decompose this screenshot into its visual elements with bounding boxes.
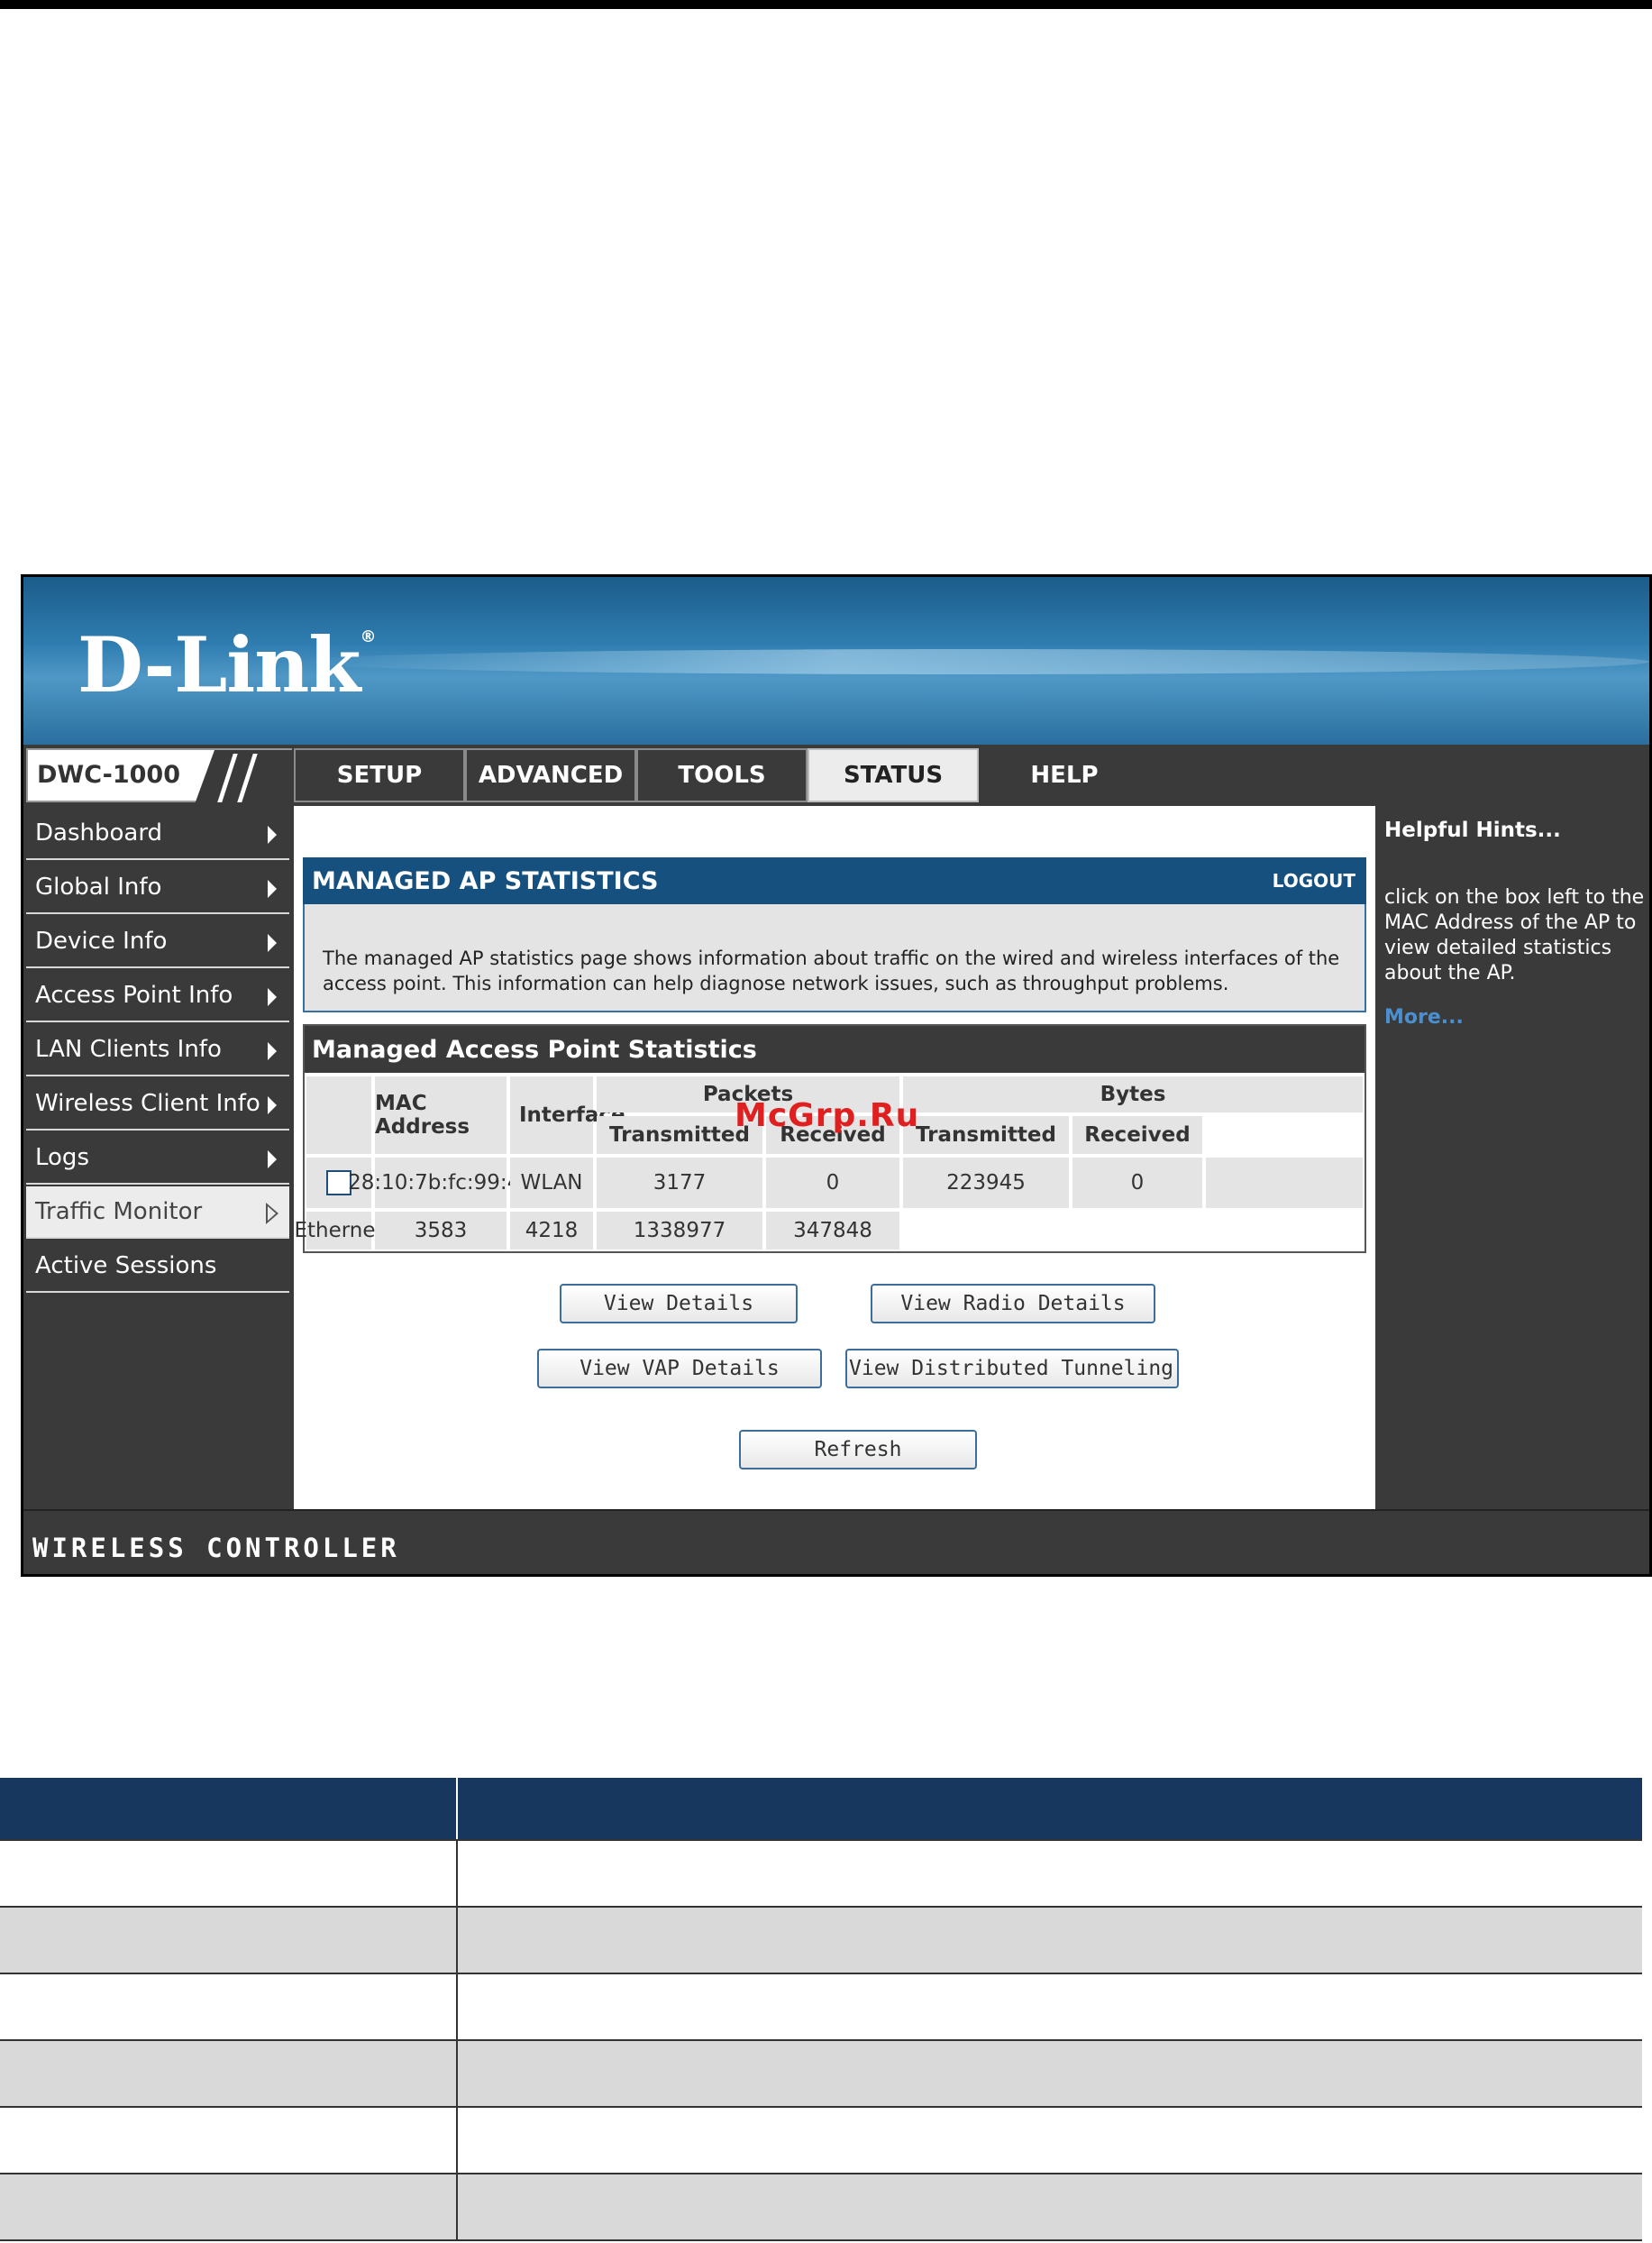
panel-description: The managed AP statistics page shows inf…	[303, 904, 1366, 1012]
sidebar-item-logs[interactable]: Logs	[26, 1132, 289, 1185]
chevron-right-outline-icon	[266, 1203, 278, 1224]
row-packets-rx: 0	[766, 1158, 899, 1208]
doc-table-row	[0, 2041, 1642, 2108]
screenshot-frame: D-Link® DWC-1000 SETUP ADVANCED TOOLS ST…	[21, 574, 1652, 1577]
row-interface: 4218	[510, 1212, 593, 1250]
header-mac: MAC Address	[375, 1076, 507, 1154]
sidebar: Dashboard Global Info Device Info Access…	[23, 806, 294, 1509]
doc-table-row	[0, 1974, 1642, 2041]
main-content: MANAGED AP STATISTICS LOGOUT The managed…	[294, 806, 1375, 1509]
row-interface: WLAN	[510, 1158, 593, 1208]
chevron-right-icon	[268, 880, 277, 898]
sidebar-item-dashboard[interactable]: Dashboard	[26, 808, 289, 860]
tab-status[interactable]: STATUS	[808, 748, 979, 802]
doc-table-row	[0, 1841, 1642, 1908]
chevron-right-icon	[268, 934, 277, 952]
tab-setup[interactable]: SETUP	[294, 748, 465, 802]
header-bytes: Bytes	[903, 1076, 1363, 1112]
doc-table-row	[0, 2108, 1642, 2174]
chevron-right-icon	[268, 826, 277, 844]
row-bytes-rx: 0	[1072, 1158, 1202, 1208]
row-packets-rx: 347848	[766, 1212, 899, 1250]
row-filler	[1206, 1158, 1363, 1208]
row-bytes-tx: 223945	[903, 1158, 1069, 1208]
footer-title: WIRELESS CONTROLLER	[32, 1533, 400, 1563]
row-mac: 3583	[375, 1212, 507, 1250]
doc-table-row	[0, 1908, 1642, 1974]
help-more-link[interactable]: More...	[1384, 1006, 1464, 1029]
header-banner: D-Link®	[23, 577, 1649, 745]
tab-advanced[interactable]: ADVANCED	[465, 748, 636, 802]
stats-title: Managed Access Point Statistics	[305, 1026, 1364, 1073]
refresh-button[interactable]: Refresh	[739, 1430, 977, 1469]
panel-header: MANAGED AP STATISTICS LOGOUT	[303, 857, 1366, 904]
nav-bar: DWC-1000 SETUP ADVANCED TOOLS STATUS HEL…	[23, 745, 1649, 806]
sidebar-item-global-info[interactable]: Global Info	[26, 862, 289, 914]
logout-link[interactable]: LOGOUT	[1273, 870, 1355, 892]
sidebar-item-traffic-monitor[interactable]: Traffic Monitor	[26, 1186, 289, 1239]
doc-table-header	[0, 1778, 1642, 1841]
panel-title: MANAGED AP STATISTICS	[312, 866, 659, 895]
dlink-logo: D-Link®	[78, 620, 377, 710]
help-title: Helpful Hints...	[1384, 819, 1561, 842]
sidebar-item-wireless-client-info[interactable]: Wireless Client Info	[26, 1078, 289, 1131]
stats-table: Managed Access Point Statistics MAC Addr…	[294, 1024, 1366, 1253]
page-top-rule	[0, 0, 1652, 9]
view-vap-details-button[interactable]: View VAP Details	[537, 1349, 822, 1388]
view-distributed-tunneling-button[interactable]: View Distributed Tunneling De	[845, 1349, 1179, 1388]
model-label: DWC-1000	[37, 761, 180, 789]
slashes-decoration	[195, 750, 294, 804]
tab-help[interactable]: HELP	[979, 748, 1150, 802]
doc-table-row	[0, 2174, 1642, 2241]
help-panel: Helpful Hints... click on the box left t…	[1375, 806, 1649, 1509]
row-packets-tx: 1338977	[597, 1212, 762, 1250]
chevron-right-icon	[268, 1042, 277, 1060]
footer-bar: WIRELESS CONTROLLER	[23, 1509, 1649, 1574]
chevron-right-icon	[268, 1096, 277, 1114]
help-text: click on the box left to the MAC Address…	[1384, 886, 1645, 984]
header-bytes-transmitted: Transmitted	[903, 1116, 1069, 1154]
header-select	[306, 1076, 371, 1154]
chevron-right-icon	[268, 988, 277, 1006]
model-badge: DWC-1000	[26, 748, 294, 804]
sidebar-item-lan-clients-info[interactable]: LAN Clients Info	[26, 1024, 289, 1076]
header-bytes-received: Received	[1072, 1116, 1202, 1154]
banner-streak	[294, 649, 1649, 674]
sidebar-item-active-sessions[interactable]: Active Sessions	[26, 1241, 289, 1293]
row-packets-tx: 3177	[597, 1158, 762, 1208]
view-radio-details-button[interactable]: View Radio Details	[871, 1284, 1155, 1323]
view-details-button[interactable]: View Details	[560, 1284, 798, 1323]
sidebar-item-access-point-info[interactable]: Access Point Info	[26, 970, 289, 1022]
sidebar-item-device-info[interactable]: Device Info	[26, 916, 289, 968]
row-label: Ethernet	[294, 1212, 384, 1250]
chevron-right-icon	[268, 1150, 277, 1168]
watermark: McGrp.Ru	[735, 1097, 920, 1134]
tab-tools[interactable]: TOOLS	[636, 748, 808, 802]
row-mac: 28:10:7b:fc:99:40	[348, 1158, 534, 1208]
header-interface: Interface	[510, 1076, 625, 1154]
